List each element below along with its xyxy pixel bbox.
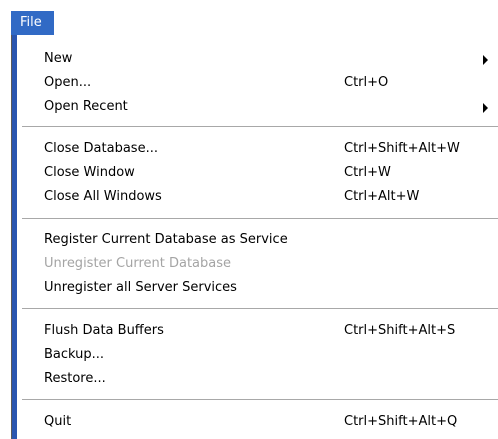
menu-item-label: Restore... — [44, 371, 106, 386]
menu-item-label: Backup... — [44, 347, 105, 362]
menu-item-label: Close Database... — [44, 141, 158, 156]
menu-item-label: New — [44, 51, 73, 66]
menu-item-label: Close Window — [44, 165, 135, 180]
menu-item-label: Unregister all Server Services — [44, 280, 237, 295]
menu-item-flush-buffers[interactable]: Flush Data Buffers Ctrl+Shift+Alt+S — [18, 320, 498, 342]
menu-item-label: Open... — [44, 75, 92, 90]
menu-separator — [22, 308, 498, 312]
menu-item-label: Open Recent — [44, 99, 128, 114]
menu-item-shortcut: Ctrl+Shift+Alt+Q — [344, 414, 458, 429]
menu-item-label: Flush Data Buffers — [44, 323, 164, 338]
menu-item-open-recent[interactable]: Open Recent — [18, 96, 498, 118]
menu-item-shortcut: Ctrl+Shift+Alt+S — [344, 323, 456, 338]
file-menu: New Open... Ctrl+O Open Recent Close Dat… — [11, 35, 498, 439]
menu-item-register-service[interactable]: Register Current Database as Service — [18, 229, 498, 251]
menu-item-close-window[interactable]: Close Window Ctrl+W — [18, 162, 498, 184]
submenu-arrow-icon — [483, 55, 488, 65]
menu-item-label: Unregister Current Database — [44, 256, 232, 271]
menu-separator — [22, 126, 498, 130]
menu-item-close-database[interactable]: Close Database... Ctrl+Shift+Alt+W — [18, 138, 498, 160]
menu-separator — [22, 399, 498, 403]
menu-item-label: Quit — [44, 414, 72, 429]
menu-item-close-all-windows[interactable]: Close All Windows Ctrl+Alt+W — [18, 186, 498, 208]
menu-item-shortcut: Ctrl+Shift+Alt+W — [344, 141, 460, 156]
menu-separator — [22, 218, 498, 222]
menu-item-new[interactable]: New — [18, 48, 498, 70]
menu-item-label: Close All Windows — [44, 189, 162, 204]
file-menu-button[interactable]: File — [11, 11, 54, 35]
menu-item-quit[interactable]: Quit Ctrl+Shift+Alt+Q — [18, 411, 498, 433]
menu-item-shortcut: Ctrl+Alt+W — [344, 189, 420, 204]
menu-item-restore[interactable]: Restore... — [18, 368, 498, 390]
menu-item-shortcut: Ctrl+O — [344, 75, 389, 90]
menu-item-unregister-all[interactable]: Unregister all Server Services — [18, 277, 498, 299]
submenu-arrow-icon — [483, 103, 488, 113]
menu-item-shortcut: Ctrl+W — [344, 165, 391, 180]
menu-item-label: Register Current Database as Service — [44, 232, 288, 247]
menu-item-open[interactable]: Open... Ctrl+O — [18, 72, 498, 94]
menu-accent-bar — [12, 35, 17, 439]
menu-item-unregister-current: Unregister Current Database — [18, 253, 498, 275]
menu-item-backup[interactable]: Backup... — [18, 344, 498, 366]
